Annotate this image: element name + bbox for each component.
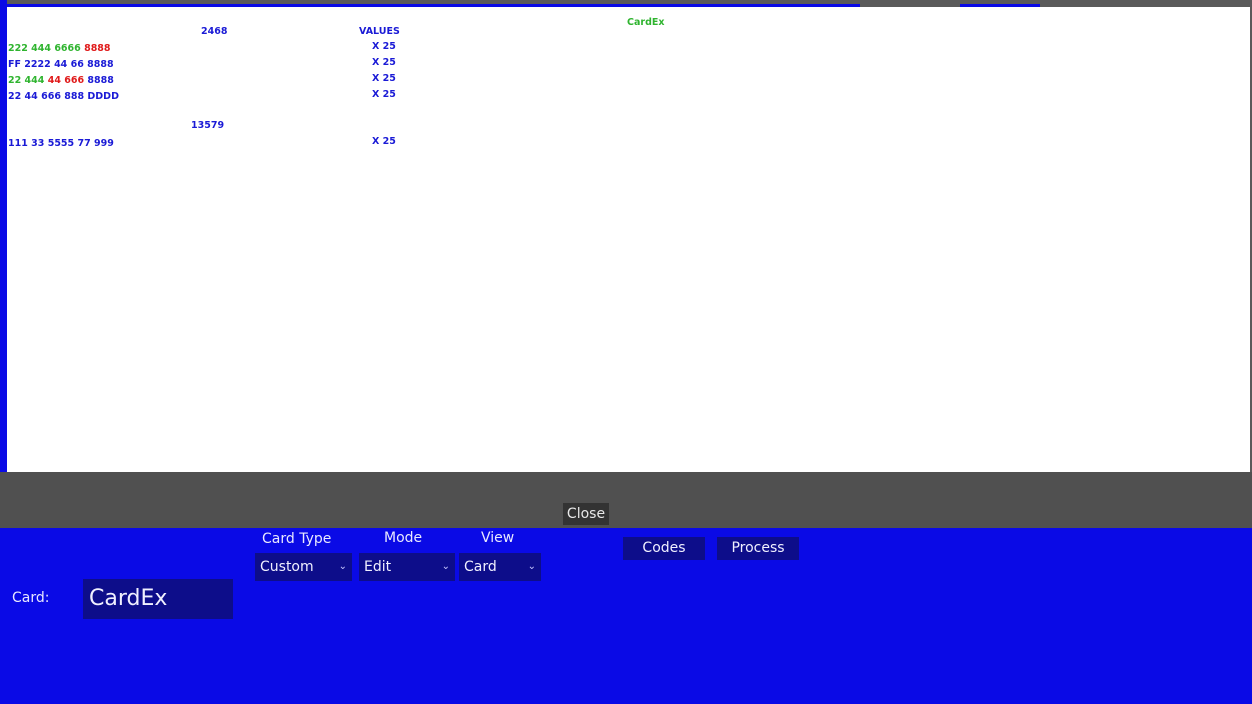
code-group: 666	[64, 75, 85, 86]
code-group: DDDD	[87, 91, 119, 102]
code-group: 22	[8, 75, 22, 86]
card-type-select[interactable]: Custom ⌄	[255, 553, 352, 581]
column-header-values: VALUES	[359, 26, 400, 37]
code-row-sequence: FF 2222 44 66 8888	[8, 59, 114, 70]
code-row-sequence: 111 33 5555 77 999	[8, 138, 114, 149]
card-label: Card:	[12, 590, 50, 606]
view-value: Card	[464, 559, 497, 575]
code-group: 77	[77, 138, 91, 149]
code-group: 5555	[47, 138, 75, 149]
codes-button[interactable]: Codes	[623, 537, 705, 560]
code-row-sequence: 22 444 44 666 8888	[8, 75, 114, 86]
row-value: X 25	[372, 57, 396, 68]
card-preview-canvas: CardEx 2468 VALUES 222 444 6666 8888 X 25…	[7, 7, 1250, 472]
mode-select[interactable]: Edit ⌄	[359, 553, 455, 581]
code-row-sequence: 22 44 666 888 DDDD	[8, 91, 119, 102]
code-group: 44	[24, 91, 38, 102]
code-group: 666	[41, 91, 61, 102]
card-type-value: Custom	[260, 559, 314, 575]
code-group: 222	[8, 43, 28, 54]
card-name-field[interactable]: CardEx	[83, 579, 233, 619]
view-select[interactable]: Card ⌄	[459, 553, 541, 581]
row-value: X 25	[372, 73, 396, 84]
code-group: 44	[54, 59, 68, 70]
row-value: X 25	[372, 89, 396, 100]
row-value: X 25	[372, 136, 396, 147]
code-group: 66	[70, 59, 84, 70]
card-type-label: Card Type	[262, 531, 332, 547]
process-button[interactable]: Process	[717, 537, 799, 560]
divider-bar	[0, 472, 1252, 528]
chevron-down-icon: ⌄	[338, 561, 347, 572]
code-group: 44	[47, 75, 61, 86]
code-group: 2222	[24, 59, 51, 70]
close-button[interactable]: Close	[563, 503, 609, 525]
view-label: View	[481, 530, 515, 546]
chevron-down-icon: ⌄	[527, 561, 536, 572]
mode-label: Mode	[384, 530, 423, 546]
code-group: 8888	[87, 59, 114, 70]
canvas-title: CardEx	[627, 17, 665, 28]
code-group: 111	[8, 138, 28, 149]
code-group: 8888	[84, 43, 111, 54]
row-value: X 25	[372, 41, 396, 52]
column-header-2468: 2468	[201, 26, 228, 37]
window-frame-left	[0, 0, 7, 474]
mode-value: Edit	[364, 559, 392, 575]
code-group: 8888	[87, 75, 114, 86]
code-group: 6666	[54, 43, 81, 54]
code-row-sequence: 222 444 6666 8888	[8, 43, 111, 54]
code-group: 444	[24, 75, 45, 86]
code-group: 22	[8, 91, 22, 102]
code-group: 999	[94, 138, 114, 149]
code-group: 444	[31, 43, 51, 54]
code-group: 33	[31, 138, 45, 149]
code-group: 888	[64, 91, 85, 102]
code-group: FF	[8, 59, 21, 70]
section-header-13579: 13579	[191, 120, 225, 131]
chevron-down-icon: ⌄	[441, 561, 450, 572]
